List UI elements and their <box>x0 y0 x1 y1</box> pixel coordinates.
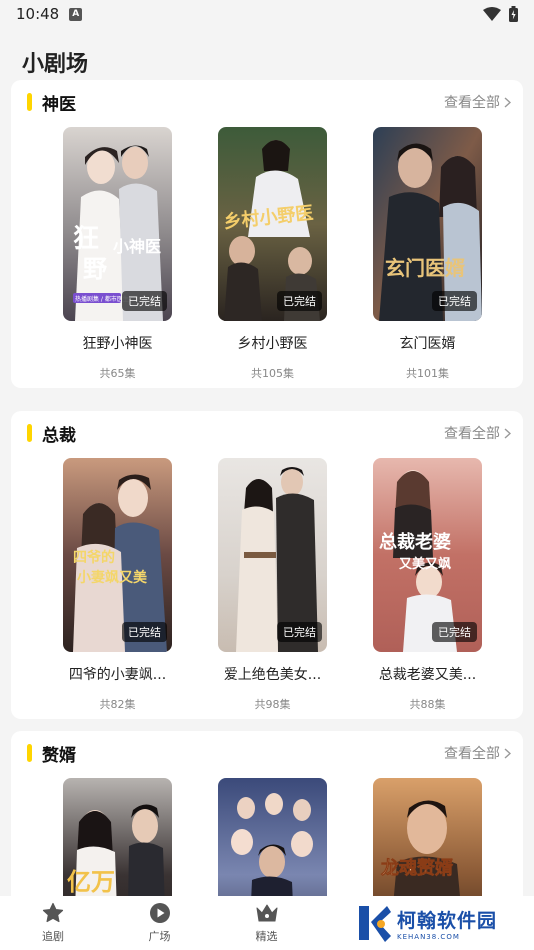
drama-title[interactable]: 玄门医婿 <box>363 333 493 353</box>
drama-title[interactable]: 总裁老婆又美... <box>363 664 493 684</box>
watermark-logo-icon <box>359 906 391 942</box>
nav-item-jingxuan[interactable]: 精选 <box>213 902 320 944</box>
section-header: 神医 查看全部 <box>11 80 523 124</box>
drama-poster[interactable]: 总裁老婆 又美又飒 已完结 <box>373 458 482 652</box>
chevron-right-icon <box>504 747 511 759</box>
view-all-link[interactable]: 查看全部 <box>444 743 511 763</box>
section-header: 赘婿 查看全部 <box>11 731 523 775</box>
status-badge: 已完结 <box>432 622 477 642</box>
drama-card[interactable]: 乡村小野医 已完结 乡村小野医 共105集 <box>218 127 327 381</box>
drama-title[interactable]: 四爷的小妻飒... <box>53 664 183 684</box>
status-badge: 已完结 <box>122 622 167 642</box>
episode-count: 共105集 <box>251 367 294 380</box>
poster-title-text: 狂 <box>73 224 99 254</box>
drama-card[interactable]: 狂 野 小神医 热播剧集 / 都市医生 已完结 狂野小神医 共65集 <box>63 127 172 381</box>
section-title: 神医 <box>42 94 76 115</box>
watermark-text: 柯翰软件园 <box>397 909 498 932</box>
section-accent-bar <box>27 424 32 442</box>
status-time: 10:48 <box>16 5 60 23</box>
nav-label: 精选 <box>255 930 278 943</box>
wifi-icon <box>483 7 501 21</box>
drama-card[interactable]: 四爷的 小妻飒又美 已完结 四爷的小妻飒... 共82集 <box>63 458 172 712</box>
status-badge: 已完结 <box>122 291 167 311</box>
view-all-link[interactable]: 查看全部 <box>444 423 511 443</box>
svg-text:又美又飒: 又美又飒 <box>398 556 451 572</box>
episode-count: 共88集 <box>409 698 446 711</box>
view-all-label: 查看全部 <box>444 95 500 111</box>
drama-card[interactable]: 玄门医婿 已完结 玄门医婿 共101集 <box>373 127 482 381</box>
drama-poster[interactable]: 乡村小野医 已完结 <box>218 127 327 321</box>
watermark-subtext: KEHAN38.COM <box>397 932 460 941</box>
svg-text:玄门医婿: 玄门医婿 <box>385 256 465 280</box>
drama-title[interactable]: 爱上绝色美女... <box>208 664 338 684</box>
drama-card[interactable]: 已完结 爱上绝色美女... 共98集 <box>218 458 327 712</box>
drama-card[interactable]: 总裁老婆 又美又飒 已完结 总裁老婆又美... 共88集 <box>373 458 482 712</box>
view-all-link[interactable]: 查看全部 <box>444 92 511 112</box>
chevron-right-icon <box>504 96 511 108</box>
view-all-label: 查看全部 <box>444 746 500 762</box>
drama-poster[interactable]: 四爷的 小妻飒又美 已完结 <box>63 458 172 652</box>
section-title: 总裁 <box>42 425 76 446</box>
section-zongcai: 总裁 查看全部 四爷的 小妻飒又美 已完结 四爷的小妻飒... 共82集 已完结… <box>11 411 523 719</box>
chevron-right-icon <box>504 427 511 439</box>
svg-text:热播剧集 / 都市医生: 热播剧集 / 都市医生 <box>75 295 129 303</box>
nav-label: 追剧 <box>42 930 64 943</box>
drama-title[interactable]: 狂野小神医 <box>53 333 183 353</box>
status-bar: 10:48 A <box>0 0 534 28</box>
section-title: 赘婿 <box>42 745 76 766</box>
status-badge: 已完结 <box>277 622 322 642</box>
drama-title[interactable]: 乡村小野医 <box>208 333 338 353</box>
svg-text:野: 野 <box>83 254 107 283</box>
episode-count: 共101集 <box>406 367 449 380</box>
notification-icon: A <box>69 7 83 21</box>
crown-icon <box>256 904 277 922</box>
section-shenyi: 神医 查看全部 狂 野 小神医 热播剧集 / 都市医生 已完结 狂野小神医 共6… <box>11 80 523 388</box>
nav-item-guangchang[interactable]: 广场 <box>106 902 213 944</box>
section-accent-bar <box>27 744 32 762</box>
section-header: 总裁 查看全部 <box>11 411 523 455</box>
episode-count: 共65集 <box>99 367 136 380</box>
svg-text:四爷的: 四爷的 <box>73 549 115 566</box>
status-badge: 已完结 <box>277 291 322 311</box>
star-icon <box>42 902 64 923</box>
svg-text:龙魂赘婿: 龙魂赘婿 <box>381 857 453 879</box>
view-all-label: 查看全部 <box>444 426 500 442</box>
svg-text:小妻飒又美: 小妻飒又美 <box>77 569 148 586</box>
drama-poster[interactable]: 狂 野 小神医 热播剧集 / 都市医生 已完结 <box>63 127 172 321</box>
episode-count: 共98集 <box>254 698 291 711</box>
drama-poster[interactable]: 已完结 <box>218 458 327 652</box>
svg-text:小神医: 小神医 <box>113 237 161 256</box>
section-accent-bar <box>27 93 32 111</box>
battery-icon <box>509 6 518 22</box>
nav-item-zhuiju[interactable]: 追剧 <box>0 902 106 944</box>
nav-label: 广场 <box>148 930 171 943</box>
drama-poster[interactable]: 玄门医婿 已完结 <box>373 127 482 321</box>
watermark: 柯翰软件园 KEHAN38.COM <box>355 902 525 944</box>
episode-count: 共82集 <box>99 698 136 711</box>
play-icon <box>149 903 170 923</box>
svg-text:总裁老婆: 总裁老婆 <box>379 531 451 553</box>
svg-text:亿万: 亿万 <box>67 867 115 896</box>
status-badge: 已完结 <box>432 291 477 311</box>
